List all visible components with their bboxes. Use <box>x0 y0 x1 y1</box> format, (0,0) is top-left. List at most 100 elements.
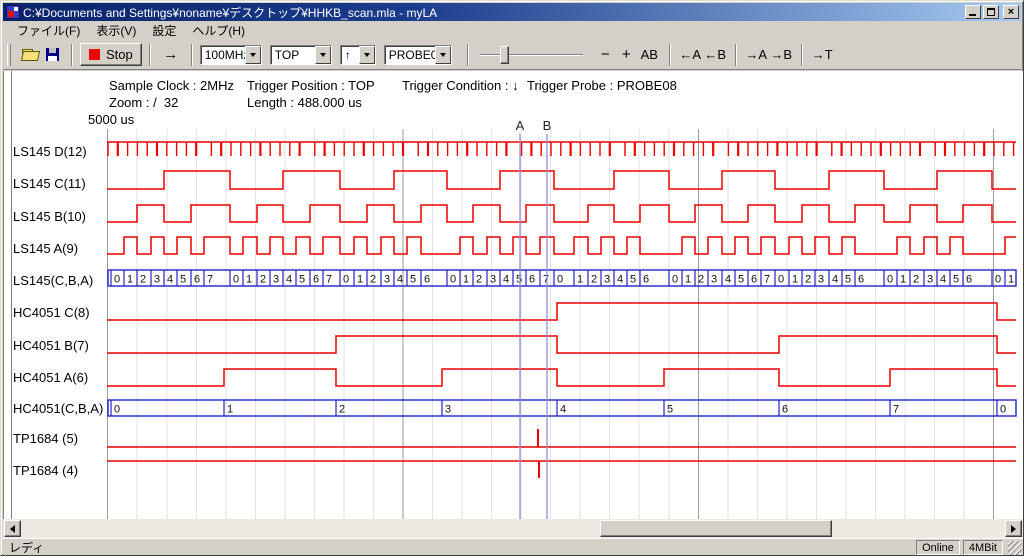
channel-ls145-b-10- <box>107 205 1016 222</box>
bus-value: 3 <box>445 404 451 416</box>
resize-grip[interactable] <box>1008 541 1022 555</box>
trigger-position-combo-dropdown[interactable] <box>315 46 331 64</box>
bus-value: 4 <box>832 274 838 286</box>
stop-button[interactable]: Stop <box>80 43 142 66</box>
probe-combo[interactable]: PROBE00 <box>384 45 452 65</box>
bus-value: 3 <box>384 274 390 286</box>
bus-value: 4 <box>725 274 731 286</box>
bus-value: 2 <box>339 404 345 416</box>
menu-help[interactable]: ヘルプ(H) <box>184 20 253 41</box>
bus-value: 3 <box>927 274 933 286</box>
channel-label: LS145(C,B,A) <box>13 273 93 289</box>
chevron-down-icon <box>364 53 370 60</box>
bus-value: 7 <box>764 274 770 286</box>
save-floppy-icon <box>46 48 59 61</box>
bus-value: 5 <box>845 274 851 286</box>
toolbar-separator <box>735 44 737 66</box>
length-info: Length : 488.000 us <box>247 95 362 110</box>
minimize-button[interactable] <box>965 5 981 19</box>
zoom-slider[interactable] <box>480 44 583 66</box>
bus-value: 6 <box>782 404 788 416</box>
bus-value: 6 <box>966 274 972 286</box>
bus-value: 0 <box>557 274 563 286</box>
bus-value: 4 <box>940 274 946 286</box>
bus-value: 4 <box>560 404 566 416</box>
goto-b-left-button[interactable]: ←B <box>703 43 728 66</box>
waveform-plot[interactable]: 0123456701234567012345601234567012345601… <box>4 71 1023 519</box>
channel-ls145-c-b-a-: 0123456701234567012345601234567012345601… <box>108 270 1016 286</box>
horizontal-scrollbar[interactable] <box>3 519 1023 538</box>
probe-combo-dropdown[interactable] <box>435 46 451 64</box>
toolbar-gripper[interactable] <box>7 44 11 66</box>
bus-value: 0 <box>672 274 678 286</box>
bus-value: 4 <box>617 274 623 286</box>
trigger-probe-info: Trigger Probe : PROBE08 <box>527 78 677 93</box>
toolbar: Stop → 100MHz TOP ↑ PROBE00 − + AB ←A <box>3 40 1021 70</box>
status-memory-badge: 4MBit <box>963 540 1003 555</box>
window-title: C:¥Documents and Settings¥noname¥デスクトップ¥… <box>23 4 963 21</box>
run-button[interactable]: → <box>158 43 184 66</box>
waveform-client-area: 0123456701234567012345601234567012345601… <box>3 71 1023 519</box>
channel-label: HC4051 B(7) <box>13 338 89 354</box>
channel-label: HC4051(C,B,A) <box>13 401 103 417</box>
bus-value: 6 <box>858 274 864 286</box>
title-bar[interactable]: C:¥Documents and Settings¥noname¥デスクトップ¥… <box>3 3 1021 21</box>
trigger-position-info: Trigger Position : TOP <box>247 78 375 93</box>
stop-label: Stop <box>106 47 133 62</box>
bus-value: 1 <box>127 274 133 286</box>
bus-value: 5 <box>738 274 744 286</box>
clock-combo[interactable]: 100MHz <box>200 45 262 65</box>
bus-value: 4 <box>286 274 292 286</box>
zoom-out-button[interactable]: − <box>595 43 616 66</box>
toolbar-separator <box>149 44 151 66</box>
bus-value: 6 <box>643 274 649 286</box>
app-window: C:¥Documents and Settings¥noname¥デスクトップ¥… <box>0 0 1024 556</box>
status-bar: レディ Online 4MBit <box>3 538 1023 555</box>
bus-value: 3 <box>711 274 717 286</box>
status-ready-text: レディ <box>3 539 916 556</box>
scroll-right-button[interactable] <box>1005 520 1022 537</box>
trigger-position-combo[interactable]: TOP <box>270 45 332 65</box>
trigger-edge-combo-dropdown[interactable] <box>359 46 375 64</box>
bus-value: 0 <box>778 274 784 286</box>
goto-trigger-button[interactable]: →T <box>810 43 835 66</box>
channel-label: TP1684 (4) <box>13 463 78 479</box>
bus-value: 7 <box>893 404 899 416</box>
open-file-button[interactable] <box>18 43 41 66</box>
sample-clock-info: Sample Clock : 2MHz <box>109 78 234 93</box>
menu-file[interactable]: ファイル(F) <box>9 20 88 41</box>
scroll-left-button[interactable] <box>4 520 21 537</box>
status-online-badge: Online <box>916 540 960 555</box>
channel-label: HC4051 C(8) <box>13 305 90 321</box>
maximize-icon <box>987 8 995 16</box>
bus-value: 1 <box>577 274 583 286</box>
bus-value: 6 <box>194 274 200 286</box>
zoom-slider-thumb[interactable] <box>500 46 509 64</box>
close-button[interactable]: × <box>1003 5 1019 19</box>
channel-hc4051-c-b-a-: 012345670 <box>108 400 1016 416</box>
clock-combo-value: 100MHz <box>201 46 245 64</box>
bus-value: 1 <box>246 274 252 286</box>
bus-value: 7 <box>543 274 549 286</box>
zoom-ab-button[interactable]: AB <box>637 43 662 66</box>
menu-settings[interactable]: 設定 <box>144 20 184 41</box>
bus-value: 0 <box>887 274 893 286</box>
scrollbar-thumb[interactable] <box>600 520 832 537</box>
arrow-right-icon <box>1011 525 1020 533</box>
toolbar-separator <box>669 44 671 66</box>
goto-b-right-button[interactable]: →B <box>769 43 794 66</box>
bus-value: 4 <box>167 274 173 286</box>
probe-combo-value: PROBE00 <box>385 46 435 64</box>
channel-hc4051-b-7- <box>107 336 1016 353</box>
goto-a-left-button[interactable]: ←A <box>678 43 703 66</box>
menu-view[interactable]: 表示(V) <box>88 20 144 41</box>
zoom-in-button[interactable]: + <box>616 43 637 66</box>
channel-label: LS145 B(10) <box>13 209 86 225</box>
maximize-button[interactable] <box>983 5 999 19</box>
clock-combo-dropdown[interactable] <box>245 46 261 64</box>
goto-a-right-button[interactable]: →A <box>744 43 769 66</box>
trigger-edge-combo[interactable]: ↑ <box>340 45 376 65</box>
bus-value: 0 <box>343 274 349 286</box>
save-file-button[interactable] <box>41 43 64 66</box>
bus-value: 0 <box>450 274 456 286</box>
